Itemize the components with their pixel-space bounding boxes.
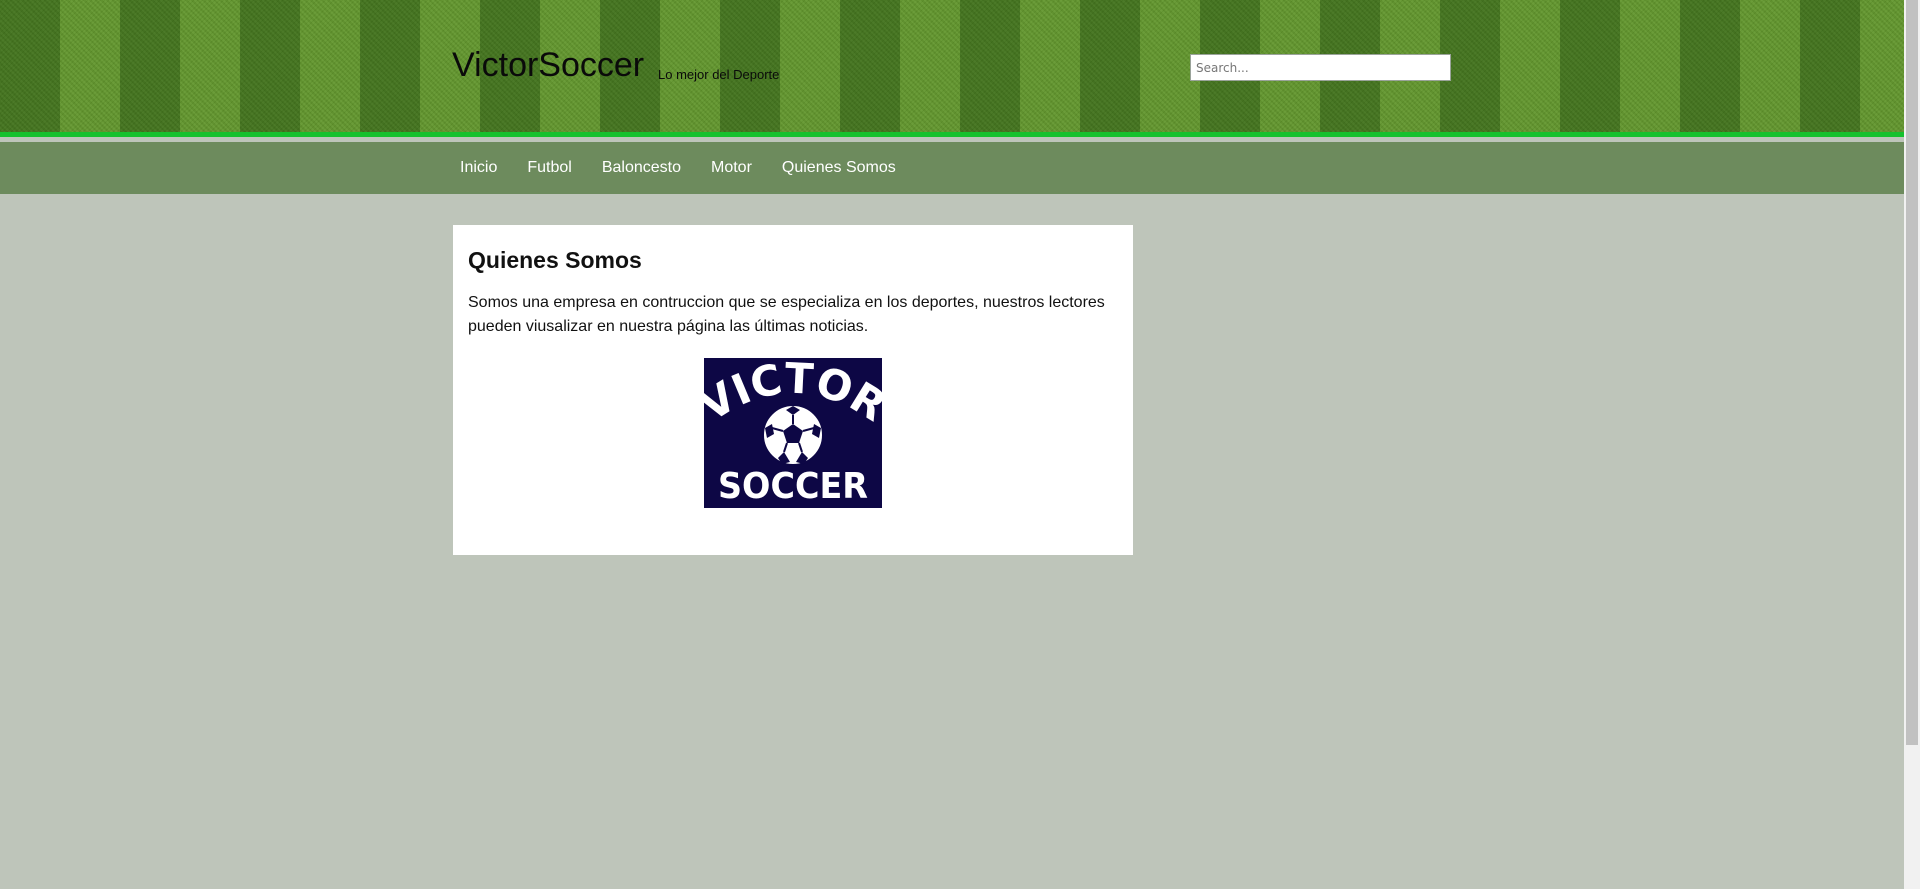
nav-item-futbol[interactable]: Futbol bbox=[519, 142, 579, 194]
nav-item-inicio[interactable]: Inicio bbox=[452, 142, 505, 194]
soccer-ball-icon bbox=[762, 404, 824, 466]
vertical-scrollbar[interactable] bbox=[1904, 0, 1920, 889]
page-title: Quienes Somos bbox=[468, 247, 642, 273]
search-input[interactable] bbox=[1190, 54, 1451, 81]
site-tagline: Lo mejor del Deporte bbox=[658, 67, 780, 82]
logo-bottom-text: SOCCER bbox=[718, 466, 868, 507]
nav-item-quienes-somos[interactable]: Quienes Somos bbox=[774, 142, 904, 194]
scrollbar-thumb[interactable] bbox=[1906, 0, 1918, 745]
content-card: Quienes Somos Somos una empresa en contr… bbox=[453, 225, 1133, 555]
page: VictorSoccer Lo mejor del Deporte Inicio… bbox=[0, 0, 1904, 889]
main-nav: Inicio Futbol Baloncesto Motor Quienes S… bbox=[0, 142, 1904, 194]
about-paragraph: Somos una empresa en contruccion que se … bbox=[468, 294, 1105, 335]
site-title[interactable]: VictorSoccer bbox=[452, 46, 644, 85]
nav-item-baloncesto[interactable]: Baloncesto bbox=[594, 142, 689, 194]
victor-soccer-logo: VICTOR SOCCER bbox=[704, 358, 882, 508]
site-header: VictorSoccer Lo mejor del Deporte bbox=[0, 0, 1904, 137]
nav-item-motor[interactable]: Motor bbox=[703, 142, 760, 194]
nav-list: Inicio Futbol Baloncesto Motor Quienes S… bbox=[452, 142, 918, 194]
